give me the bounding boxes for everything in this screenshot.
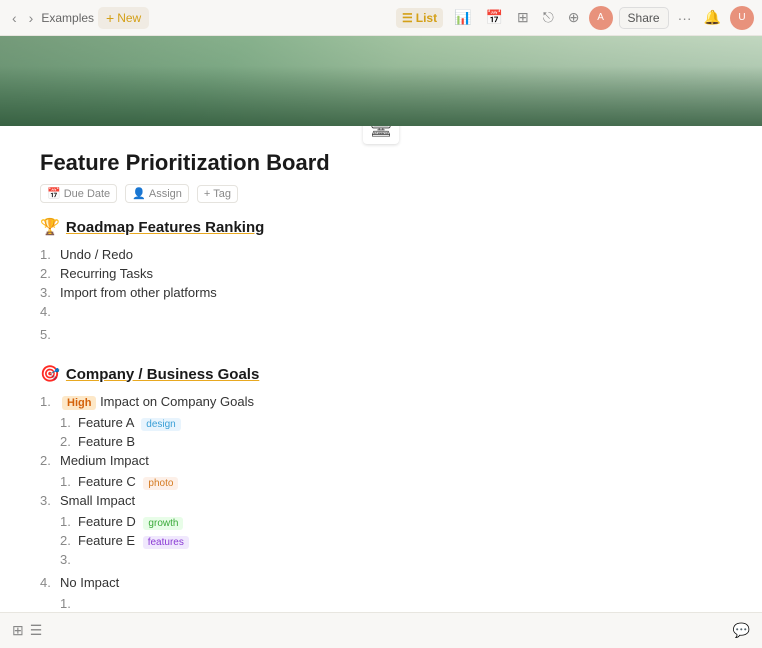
list-item: 3.Import from other platforms <box>40 283 722 302</box>
list-item: 2. Feature E features <box>60 531 722 550</box>
photo-tag: photo <box>143 477 178 490</box>
list-item: 1. Feature A design <box>60 413 722 432</box>
add-tag-meta[interactable]: + Tag <box>197 185 238 203</box>
list-bottom-icon[interactable]: ☰ <box>30 622 43 639</box>
features-tag: features <box>143 536 189 549</box>
forward-arrow[interactable]: › <box>25 8 38 28</box>
content-area: 🖥 Feature Prioritization Board 📅 Due Dat… <box>0 126 762 648</box>
topbar: ‹ › Examples + New ☰ List 📊 📅 ⊞ ⎋ ⊕ A Sh… <box>0 0 762 36</box>
page-icon-wrap: 🖥 <box>40 126 722 144</box>
hero-trees <box>0 66 762 126</box>
bottom-right: 💬 <box>733 622 750 639</box>
meta-bar: 📅 Due Date 👤 Assign + Tag <box>40 184 722 203</box>
design-tag: design <box>141 418 180 431</box>
list-item: 2. Medium Impact <box>40 451 722 470</box>
bottom-left: ⊞ ☰ <box>12 622 42 639</box>
list-item: 1.Undo / Redo <box>40 245 722 264</box>
avatar: A <box>589 6 613 30</box>
roadmap-list: 1.Undo / Redo 2.Recurring Tasks 3.Import… <box>40 245 722 348</box>
notification-icon[interactable]: 🔔 <box>701 6 724 29</box>
growth-tag: growth <box>143 517 183 530</box>
chat-icon[interactable]: 💬 <box>733 622 750 638</box>
impact-groups-list: 1. High Impact on Company Goals 1. Featu… <box>40 392 722 636</box>
hero-image <box>0 36 762 126</box>
topbar-left: ‹ › Examples + New <box>8 7 390 29</box>
user-avatar: U <box>730 6 754 30</box>
due-date-meta[interactable]: 📅 Due Date <box>40 184 117 203</box>
roadmap-heading-link[interactable]: Roadmap Features Ranking <box>66 219 264 236</box>
grid-icon[interactable]: ⊞ <box>12 622 24 639</box>
list-item: 3. Small Impact <box>40 491 722 510</box>
list-item: 3. <box>60 550 722 573</box>
medium-impact-features: 1. Feature C photo <box>40 472 722 491</box>
share-button[interactable]: Share <box>619 7 669 29</box>
plus-icon: + <box>106 10 114 26</box>
share-icon[interactable]: ⎋ <box>540 6 557 29</box>
list-item: 4. No Impact <box>40 573 722 592</box>
assign-meta[interactable]: 👤 Assign <box>125 184 189 203</box>
calendar-meta-icon: 📅 <box>47 187 61 200</box>
list-item: 1. High Impact on Company Goals <box>40 392 722 411</box>
breadcrumb: Examples <box>41 11 94 25</box>
more-icon[interactable]: ⊕ <box>565 6 583 29</box>
topbar-right: A Share ··· 🔔 U <box>589 6 754 30</box>
list-item: 2.Recurring Tasks <box>40 264 722 283</box>
person-icon: 👤 <box>132 187 146 200</box>
view-tabs: ☰ List 📊 📅 ⊞ ⎋ ⊕ <box>396 6 583 29</box>
list-icon: ☰ <box>402 11 413 25</box>
trophy-icon: 🏆 <box>40 217 60 237</box>
small-impact-features: 1. Feature D growth 2. Feature E feature… <box>40 512 722 573</box>
high-impact-badge: High <box>62 396 96 410</box>
chart-icon[interactable]: 📊 <box>451 6 474 29</box>
back-arrow[interactable]: ‹ <box>8 8 21 28</box>
business-goals-heading: 🎯 Company / Business Goals <box>40 364 722 384</box>
list-item: 4. <box>40 302 722 325</box>
tab-list[interactable]: ☰ List <box>396 8 443 28</box>
more-options-icon[interactable]: ··· <box>675 7 695 29</box>
roadmap-section: 🏆 Roadmap Features Ranking 1.Undo / Redo… <box>40 217 722 348</box>
list-item: 1. Feature D growth <box>60 512 722 531</box>
list-item: 5. <box>40 325 722 348</box>
table-icon[interactable]: ⊞ <box>514 6 532 29</box>
page-title: Feature Prioritization Board <box>40 150 722 176</box>
bottom-bar: ⊞ ☰ 💬 <box>0 612 762 648</box>
target-icon: 🎯 <box>40 364 60 384</box>
high-impact-features: 1. Feature A design 2. Feature B <box>40 413 722 451</box>
business-goals-link[interactable]: Company / Business Goals <box>66 366 259 383</box>
business-goals-section: 🎯 Company / Business Goals 1. High Impac… <box>40 364 722 648</box>
list-item: 2. Feature B <box>60 432 722 451</box>
roadmap-heading: 🏆 Roadmap Features Ranking <box>40 217 722 237</box>
new-button[interactable]: + New <box>98 7 149 29</box>
page-icon: 🖥 <box>363 126 399 144</box>
calendar-icon[interactable]: 📅 <box>483 6 506 29</box>
list-item: 1. Feature C photo <box>60 472 722 491</box>
